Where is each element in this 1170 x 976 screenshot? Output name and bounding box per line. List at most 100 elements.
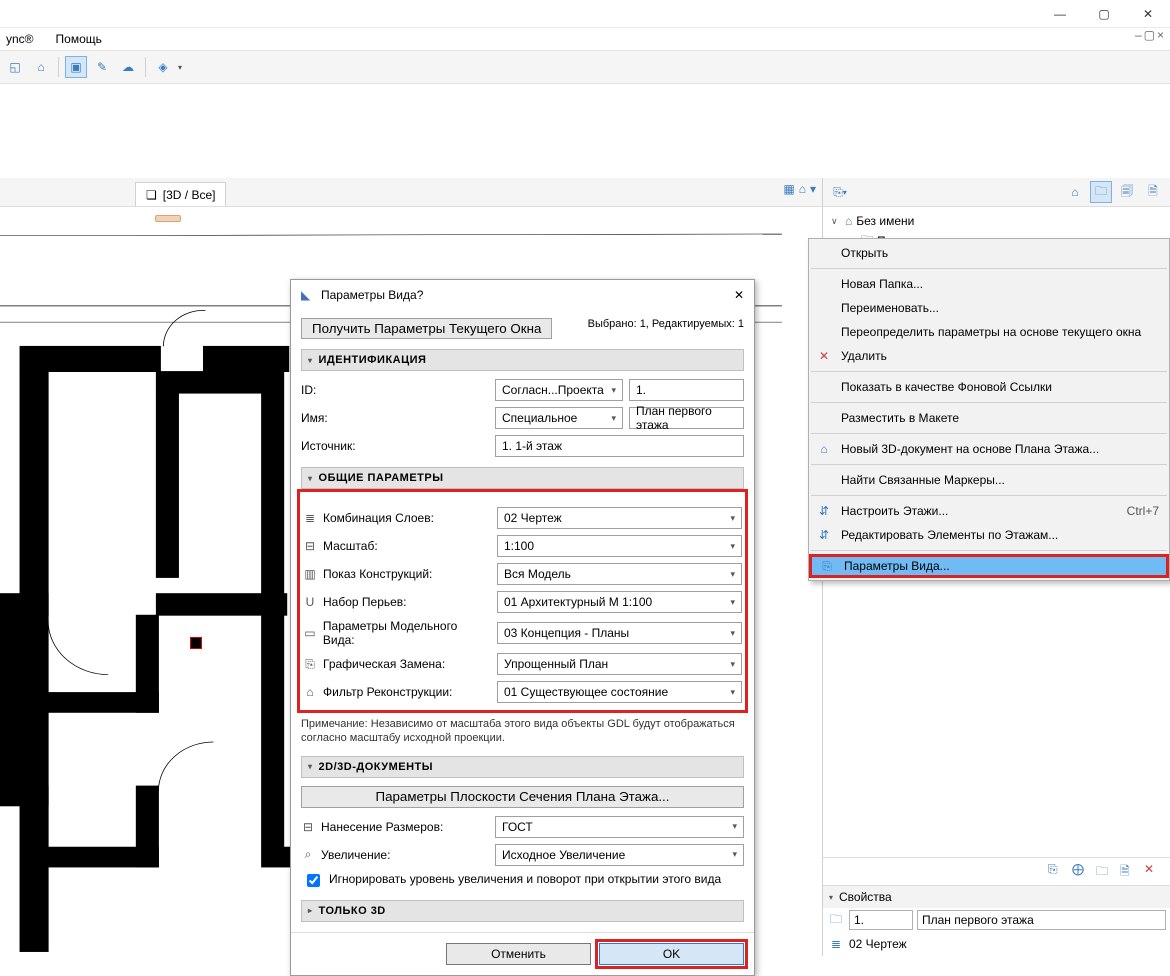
zoom-combo[interactable]: Исходное Увеличение▾: [495, 844, 744, 866]
section-common[interactable]: ▾ОБЩИЕ ПАРАМЕТРЫ: [301, 467, 744, 489]
view-navigator-panel: ⎘▾ ⌂ 🗀 🗐 🗎 ∨ ⌂ Без имени ∨ 🗀 Планы 🗀: [822, 178, 1170, 956]
layers-icon: ≣: [303, 511, 317, 525]
cm-show-trace[interactable]: Показать в качестве Фоновой Ссылки: [809, 375, 1169, 399]
dimensions-label: ⊟Нанесение Размеров:: [301, 820, 489, 834]
toolbar-dropdown-icon[interactable]: ▾: [178, 63, 182, 72]
toolbar-edit[interactable]: ✎: [91, 56, 113, 78]
cancel-button[interactable]: Отменить: [446, 943, 591, 965]
id-mode-combo[interactable]: Согласн...Проекта▾: [495, 379, 623, 401]
window-minimize[interactable]: —: [1038, 0, 1082, 28]
pens-combo[interactable]: 01 Архитектурный М 1:100▾: [497, 591, 742, 613]
clone-folder-icon[interactable]: 🗀: [1096, 862, 1116, 882]
toolbar-home[interactable]: ⌂: [30, 56, 52, 78]
navigator-project-map-icon[interactable]: ⌂: [1064, 181, 1086, 203]
delete-icon: ✕: [815, 349, 833, 363]
cm-redefine[interactable]: Переопределить параметры на основе текущ…: [809, 320, 1169, 344]
gfx-label: ⎘Графическая Замена:: [303, 657, 491, 672]
toolbar-select[interactable]: ▣: [65, 56, 87, 78]
name-value-input[interactable]: План первого этажа: [629, 407, 744, 429]
gfx-combo[interactable]: Упрощенный План▾: [497, 653, 742, 675]
cm-delete[interactable]: ✕Удалить: [809, 344, 1169, 368]
cm-new-3d-doc[interactable]: ⌂Новый 3D-документ на основе Плана Этажа…: [809, 437, 1169, 461]
panel-close-icon[interactable]: ×: [1157, 28, 1164, 42]
mvo-combo[interactable]: 03 Концепция - Планы▾: [497, 622, 742, 644]
main-toolbar: ◱ ⌂ ▣ ✎ ☁ ◈ ▾: [0, 50, 1170, 84]
section-identification[interactable]: ▾ИДЕНТИФИКАЦИЯ: [301, 349, 744, 371]
id-value-input[interactable]: 1.: [629, 379, 744, 401]
dialog-close[interactable]: ✕: [734, 288, 744, 302]
rec-combo[interactable]: 01 Существующее состояние▾: [497, 681, 742, 703]
toolbar-cloud[interactable]: ☁: [117, 56, 139, 78]
delete-view-icon[interactable]: ✕: [1144, 862, 1164, 882]
cm-new-folder[interactable]: Новая Папка...: [809, 272, 1169, 296]
pens-icon: U: [303, 595, 317, 609]
name-label: Имя:: [301, 411, 489, 425]
window-close[interactable]: ✕: [1126, 0, 1170, 28]
cm-edit-by-stories[interactable]: ⇵Редактировать Элементы по Этажам...: [809, 523, 1169, 547]
cm-separator: [811, 464, 1167, 465]
ok-button[interactable]: OK: [599, 943, 744, 965]
get-current-window-params-button[interactable]: Получить Параметры Текущего Окна: [301, 318, 552, 339]
help-button[interactable]: ?: [417, 288, 424, 302]
menu-sync[interactable]: ync®: [2, 30, 38, 48]
rec-label: ⌂Фильтр Реконструкции:: [303, 685, 491, 699]
scale-combo[interactable]: 1:100▾: [497, 535, 742, 557]
params-icon: ⎘: [818, 559, 836, 574]
cm-view-parameters[interactable]: ⎘Параметры Вида...: [809, 554, 1169, 578]
cm-story-settings[interactable]: ⇵Настроить Этажи...Ctrl+7: [809, 499, 1169, 523]
layers-combo[interactable]: 02 Чертеж▾: [497, 507, 742, 529]
properties-header[interactable]: ▾Свойства: [823, 886, 1170, 908]
app-icon: ◣: [301, 288, 315, 302]
ignore-zoom-label: Игнорировать уровень увеличения и поворо…: [329, 872, 721, 886]
name-mode-combo[interactable]: Специальное▾: [495, 407, 623, 429]
navigator-view-map-icon[interactable]: 🗀: [1090, 181, 1112, 203]
section-2d3d[interactable]: ▾2D/3D-ДОКУМЕНТЫ: [301, 756, 744, 778]
navigator-publisher-icon[interactable]: 🗎: [1142, 181, 1164, 203]
toolbar-separator: [145, 57, 146, 77]
context-menu: Открыть Новая Папка... Переименовать... …: [808, 238, 1170, 581]
expand-icon[interactable]: ∨: [831, 216, 841, 227]
nav-home-icon[interactable]: ⌂: [799, 182, 806, 202]
collapse-icon: ▾: [829, 893, 833, 902]
cm-place-layout[interactable]: Разместить в Макете: [809, 406, 1169, 430]
menu-help[interactable]: Помощь: [52, 30, 106, 48]
selection-handle[interactable]: [190, 637, 202, 649]
prop-name-input[interactable]: [917, 910, 1166, 930]
display-combo[interactable]: Вся Модель▾: [497, 563, 742, 585]
nav-dropdown-icon[interactable]: ▾: [810, 182, 816, 202]
tree-root[interactable]: ∨ ⌂ Без имени: [823, 211, 1170, 231]
toolbar-separator: [58, 57, 59, 77]
mvo-label: ▭Параметры Модельного Вида:: [303, 619, 491, 647]
nav-projects-icon[interactable]: ▦: [783, 182, 794, 202]
new-view-icon[interactable]: ⎘: [1048, 862, 1068, 882]
zoom-label: ⌕Увеличение:: [301, 847, 489, 862]
save-view-icon[interactable]: 🗎: [1120, 862, 1140, 882]
source-value: 1. 1-й этаж: [495, 435, 744, 457]
panel-min-icon[interactable]: –: [1135, 28, 1142, 42]
toolbar-3d[interactable]: ◈: [152, 56, 174, 78]
cm-find-markers[interactable]: Найти Связанные Маркеры...: [809, 468, 1169, 492]
dimensions-combo[interactable]: ГОСТ▾: [495, 816, 744, 838]
mvo-icon: ▭: [303, 626, 317, 640]
toolbar-undo[interactable]: ◱: [4, 56, 26, 78]
display-label: ▥Показ Конструкций:: [303, 567, 491, 581]
grip-handle[interactable]: [155, 215, 181, 222]
navigator-layout-book-icon[interactable]: 🗐: [1116, 181, 1138, 203]
window-maximize[interactable]: ▢: [1082, 0, 1126, 28]
section-3d[interactable]: ▸ТОЛЬКО 3D: [301, 900, 744, 922]
dialog-title: Параметры Вида: [321, 288, 417, 302]
new-folder-icon[interactable]: ⨁: [1072, 862, 1092, 882]
pens-label: UНабор Перьев:: [303, 595, 491, 609]
prop-id-input[interactable]: [849, 910, 913, 930]
cm-open[interactable]: Открыть: [809, 241, 1169, 265]
panel-max-icon[interactable]: ▢: [1144, 28, 1155, 42]
floorplan-cut-plane-button[interactable]: Параметры Плоскости Сечения Плана Этажа.…: [301, 786, 744, 808]
navigator-popup-button[interactable]: ⎘▾: [829, 181, 851, 203]
ignore-zoom-checkbox[interactable]: [307, 874, 320, 887]
display-icon: ▥: [303, 567, 317, 581]
source-label: Источник:: [301, 439, 489, 453]
tab-3d-all[interactable]: ❏ [3D / Все]: [135, 182, 226, 206]
view-parameters-dialog: ◣ Параметры Вида ? ✕ Получить Параметры …: [290, 279, 755, 976]
id-label: ID:: [301, 383, 489, 397]
cm-rename[interactable]: Переименовать...: [809, 296, 1169, 320]
